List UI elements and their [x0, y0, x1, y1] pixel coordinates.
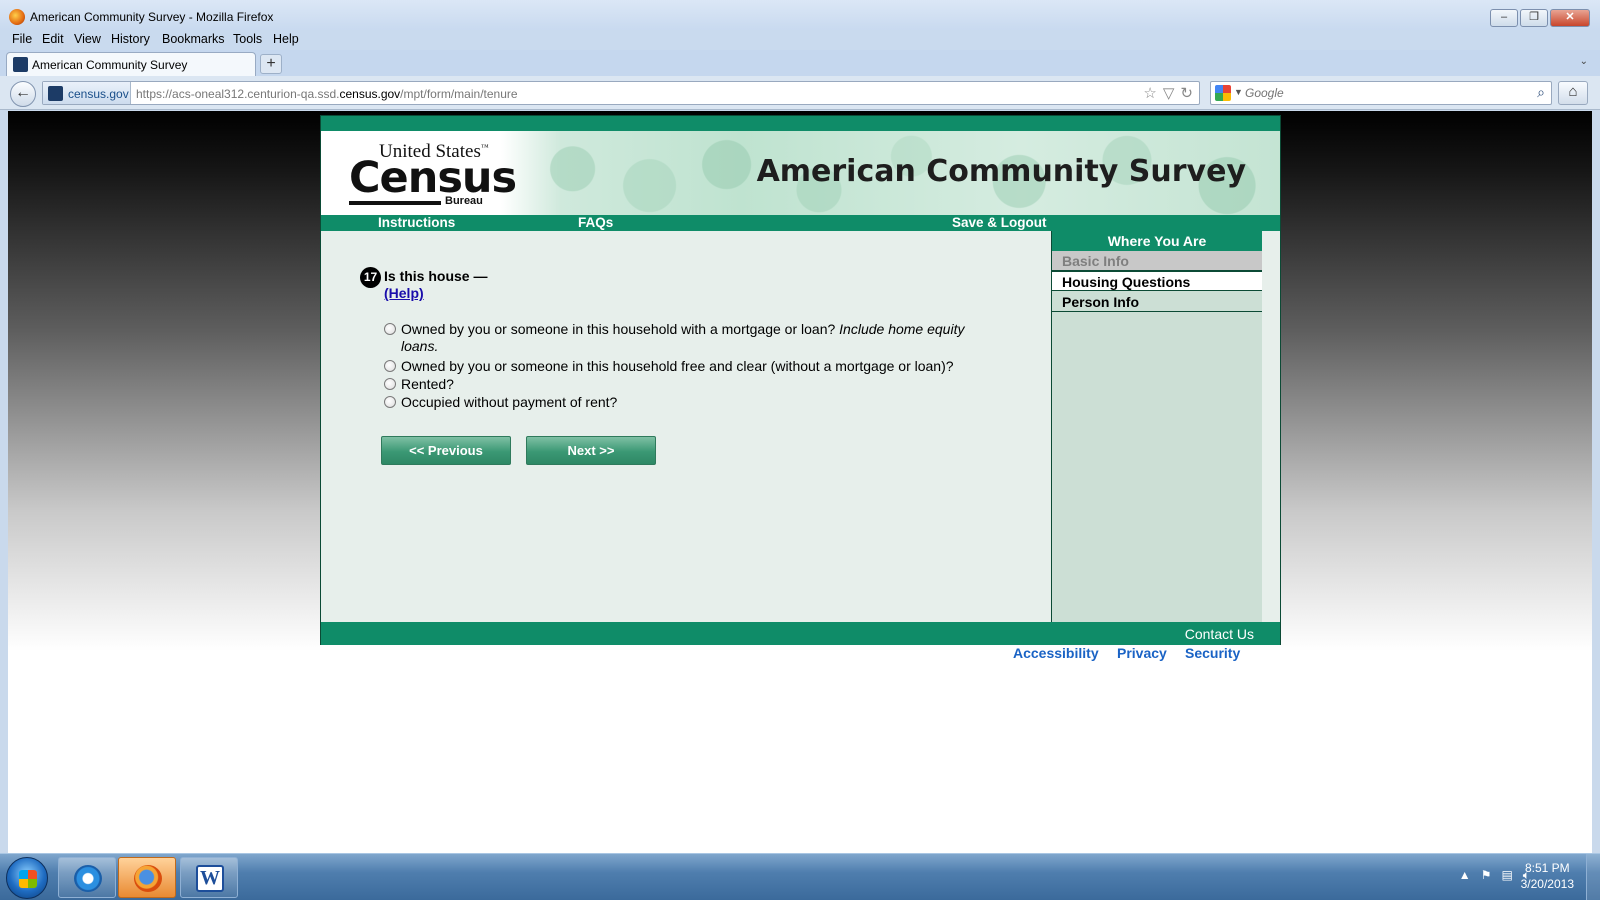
internet-explorer-icon — [74, 865, 102, 892]
tab-strip: American Community Survey + ⌄ — [0, 50, 1600, 76]
next-button[interactable]: Next >> — [526, 436, 656, 465]
accessibility-link[interactable]: Accessibility — [1013, 645, 1099, 661]
tab-label: American Community Survey — [32, 58, 188, 72]
show-hidden-icons-icon[interactable]: ▲ — [1459, 868, 1471, 883]
question-number-badge: 17 — [360, 267, 381, 288]
site-identity-badge[interactable]: census.gov — [43, 82, 131, 104]
search-box[interactable]: ▼ ⌕ — [1210, 81, 1552, 105]
search-icon[interactable]: ⌕ — [1537, 84, 1545, 101]
url-bar[interactable]: census.gov https://acs-oneal312.centurio… — [42, 81, 1200, 105]
site-identity-label: census.gov — [68, 87, 129, 101]
radio-occupied-no-rent[interactable] — [384, 396, 396, 408]
radio-owned-mortgage[interactable] — [384, 323, 396, 335]
header-stripe — [321, 116, 1280, 131]
census-favicon-icon — [13, 57, 28, 72]
menu-bookmarks[interactable]: Bookmarks — [162, 32, 225, 46]
survey-nav: Instructions FAQs Save & Logout — [321, 215, 1280, 231]
word-icon: W — [196, 865, 224, 892]
search-input[interactable] — [1245, 85, 1515, 101]
progress-sidebar: Where You Are Basic Info Housing Questio… — [1051, 231, 1262, 622]
action-center-flag-icon[interactable]: ⚑ — [1481, 868, 1492, 883]
previous-button[interactable]: << Previous — [381, 436, 511, 465]
tab-list-chevron-icon[interactable]: ⌄ — [1580, 56, 1588, 67]
new-tab-button[interactable]: + — [260, 54, 282, 74]
tab-american-community-survey[interactable]: American Community Survey — [6, 52, 256, 76]
menu-file[interactable]: File — [12, 32, 32, 46]
back-button[interactable]: ← — [10, 81, 36, 107]
sidebar-item-person-info[interactable]: Person Info — [1052, 292, 1262, 312]
survey-title: American Community Survey — [756, 154, 1246, 189]
taskbar-word[interactable]: W — [180, 857, 238, 898]
windows-logo-icon — [19, 870, 37, 888]
nav-instructions-link[interactable]: Instructions — [378, 215, 455, 231]
sidebar-title: Where You Are — [1052, 231, 1262, 251]
firefox-icon — [134, 865, 162, 892]
menu-bar: File Edit View History Bookmarks Tools H… — [0, 30, 1600, 50]
network-icon[interactable]: ▤ — [1501, 868, 1512, 883]
page-viewport: United States™ Census Bureau American Co… — [8, 111, 1592, 853]
menu-help[interactable]: Help — [273, 32, 299, 46]
census-favicon-icon — [48, 86, 63, 101]
taskbar-internet-explorer[interactable] — [58, 857, 116, 898]
system-clock[interactable]: 8:51 PM 3/20/2013 — [1521, 860, 1574, 892]
clock-time: 8:51 PM — [1524, 861, 1570, 875]
taskbar-firefox[interactable] — [118, 857, 176, 898]
question-help-link[interactable]: (Help) — [384, 285, 424, 301]
menu-edit[interactable]: Edit — [42, 32, 64, 46]
radio-owned-free-clear[interactable] — [384, 360, 396, 372]
search-engine-dropdown-icon[interactable]: ▼ — [1234, 87, 1243, 97]
reload-icon[interactable]: ↻ — [1180, 84, 1193, 102]
start-button[interactable] — [6, 857, 48, 899]
sidebar-item-housing-questions[interactable]: Housing Questions — [1052, 271, 1262, 291]
windows-taskbar: W ▲ ⚑ ▤ 🔈︎ 8:51 PM 3/20/2013 — [0, 853, 1600, 900]
menu-view[interactable]: View — [74, 32, 101, 46]
show-desktop-button[interactable] — [1586, 854, 1600, 900]
history-dropdown-icon[interactable]: ▽ — [1163, 84, 1175, 102]
minimize-button[interactable]: – — [1490, 9, 1518, 27]
home-button[interactable]: ⌂ — [1558, 81, 1588, 105]
radio-rented[interactable] — [384, 378, 396, 390]
sidebar-item-basic-info[interactable]: Basic Info — [1052, 251, 1262, 271]
clock-date: 3/20/2013 — [1520, 877, 1574, 891]
question-panel: 17 Is this house — (Help) Owned by you o… — [321, 231, 1051, 622]
bookmark-star-icon[interactable]: ☆ — [1143, 84, 1156, 102]
survey-banner: United States™ Census Bureau American Co… — [321, 131, 1280, 215]
nav-save-logout-link[interactable]: Save & Logout — [952, 215, 1047, 231]
restore-button[interactable]: ❐ — [1520, 9, 1548, 27]
navigation-toolbar: ← census.gov https://acs-oneal312.centur… — [0, 76, 1600, 110]
census-bureau-logo[interactable]: United States™ Census Bureau — [349, 141, 517, 211]
system-tray: ▲ ⚑ ▤ 🔈︎ — [1459, 868, 1530, 883]
nav-faqs-link[interactable]: FAQs — [578, 215, 613, 231]
close-button[interactable]: ✕ — [1550, 9, 1590, 27]
privacy-link[interactable]: Privacy — [1117, 645, 1167, 661]
survey-container: United States™ Census Bureau American Co… — [320, 115, 1281, 645]
menu-history[interactable]: History — [111, 32, 150, 46]
survey-footer: Contact Us — [321, 622, 1280, 645]
question-text: Is this house — — [384, 268, 488, 284]
firefox-icon — [9, 9, 25, 25]
url-text[interactable]: https://acs-oneal312.centurion-qa.ssd.ce… — [136, 87, 518, 101]
security-link[interactable]: Security — [1185, 645, 1240, 661]
window-title: American Community Survey - Mozilla Fire… — [30, 10, 274, 24]
menu-tools[interactable]: Tools — [233, 32, 262, 46]
contact-us-link[interactable]: Contact Us — [1185, 626, 1254, 642]
google-search-engine-icon[interactable] — [1215, 85, 1231, 101]
